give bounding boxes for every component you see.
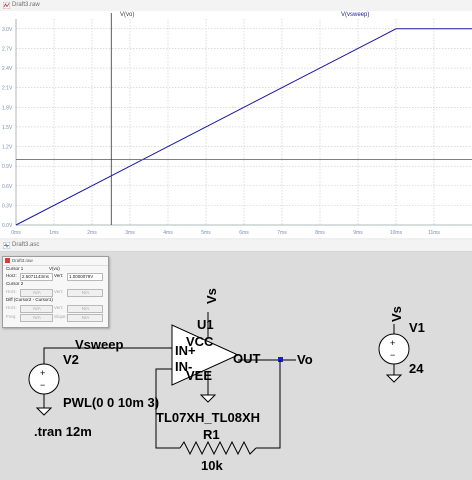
v2-ref-label[interactable]: V2 <box>63 353 79 367</box>
horz-label: Horz: <box>6 273 17 278</box>
y-tick-label: 0.0V <box>2 223 13 229</box>
cursor-dialog-title: Draft3.raw <box>12 258 33 263</box>
net-label-vs-left[interactable]: Vs <box>204 288 219 304</box>
x-tick-label: 0ms <box>11 230 21 236</box>
y-tick-label: 1.2V <box>2 145 13 151</box>
cursor-dialog[interactable]: Draft3.raw Cursor 1 V(vo) Horz: 2.507114… <box>2 256 109 328</box>
x-tick-label: 7ms <box>277 230 287 236</box>
y-tick-label: 0.3V <box>2 203 13 209</box>
diff-label: Diff (Cursor2 - Cursor1) <box>6 297 53 302</box>
cursor2-horz-label: Horz: <box>6 289 17 294</box>
opamp-pin-out: OUT <box>233 351 261 366</box>
x-tick-label: 5ms <box>201 230 211 236</box>
opamp-pin-inp: IN+ <box>175 343 196 358</box>
opamp-pin-vee: VEE <box>186 368 213 383</box>
schematic-window-title: Draft3.asc <box>12 242 40 248</box>
x-tick-label: 6ms <box>239 230 249 236</box>
cursor1-label: Cursor 1 <box>6 266 24 271</box>
v2-value-label[interactable]: PWL(0 0 10m 3) <box>63 396 159 410</box>
cursor-dialog-titlebar[interactable]: Draft3.raw <box>3 257 108 266</box>
cursor2-horz-field: N/A <box>20 289 53 297</box>
waveform-plot-pane[interactable]: 0ms 1ms 2ms 3ms 4ms 5ms 6ms 7ms 8ms 9ms 10ms 11ms 3.… <box>0 11 472 238</box>
ground-symbol-v1 <box>385 374 403 383</box>
waveform-chart[interactable]: 0ms 1ms 2ms 3ms 4ms 5ms 6ms 7ms 8ms 9ms 10ms 11ms 3.… <box>0 11 472 238</box>
y-tick-label: 1.8V <box>2 105 13 111</box>
slope-field: N/A <box>67 314 103 322</box>
x-tick-label: 11ms <box>428 230 440 236</box>
r1-ref-label[interactable]: R1 <box>203 428 220 442</box>
freq-field: N/A <box>20 314 53 322</box>
x-tick-label: 9ms <box>353 230 363 236</box>
diff-horz-label: Horz: <box>6 305 17 310</box>
diff-vert-field: N/A <box>67 305 103 313</box>
y-tick-label: 2.4V <box>2 66 13 72</box>
vert-label: Vert: <box>54 273 64 278</box>
x-tick-label: 3ms <box>125 230 135 236</box>
resistor-r1[interactable] <box>179 440 257 456</box>
y-tick-label: 2.1V <box>2 86 13 92</box>
schematic-icon <box>3 242 10 249</box>
trace-label-vo[interactable]: V(vo) <box>120 12 134 19</box>
tran-directive[interactable]: .tran 12m <box>34 425 92 439</box>
diff-vert-label: Vert: <box>54 305 64 310</box>
x-tick-label: 2ms <box>87 230 97 236</box>
slope-label: Slope: <box>54 314 67 319</box>
x-tick-label: 4ms <box>163 230 173 236</box>
net-label-vo[interactable]: Vo <box>297 353 313 367</box>
cursor1-vert-field[interactable]: 1.0000078V <box>67 273 103 281</box>
v1-plus-sign: + <box>390 338 395 348</box>
v1-value-label[interactable]: 24 <box>409 362 423 376</box>
cursor2-label: Cursor 2 <box>6 281 24 286</box>
opamp-model-label[interactable]: TL07XH_TL08XH <box>156 411 260 425</box>
cursor1-horz-field[interactable]: 2.5071143ms <box>20 273 53 281</box>
opamp-ref-label[interactable]: U1 <box>197 318 214 332</box>
cursor-trace-name: V(vo) <box>49 266 60 271</box>
x-tick-label: 8ms <box>315 230 325 236</box>
v1-minus-sign: − <box>390 350 395 360</box>
v2-plus-sign: + <box>40 368 45 378</box>
x-tick-label: 1ms <box>49 230 59 236</box>
cursor2-vert-field: N/A <box>67 289 103 297</box>
waveform-icon <box>3 2 10 9</box>
ground-symbol-vee <box>199 394 217 403</box>
y-tick-label: 1.5V <box>2 125 13 131</box>
ground-symbol-v2 <box>35 407 53 416</box>
x-tick-label: 10ms <box>390 230 403 236</box>
cursor-dialog-icon <box>5 258 10 263</box>
r1-value-label[interactable]: 10k <box>201 459 223 473</box>
net-label-vsweep[interactable]: Vsweep <box>75 338 123 352</box>
schematic-window-titlebar[interactable]: Draft3.asc <box>0 240 472 252</box>
trace-label-vsweep[interactable]: V(vsweep) <box>341 12 369 19</box>
cursor2-vert-label: Vert: <box>54 289 64 294</box>
y-tick-label: 0.9V <box>2 164 13 170</box>
diff-horz-field: N/A <box>20 305 53 313</box>
freq-label: Freq: <box>6 314 17 319</box>
plot-window-title: Draft3.raw <box>12 2 40 8</box>
net-label-vs-right[interactable]: Vs <box>389 306 404 322</box>
v1-ref-label[interactable]: V1 <box>409 321 425 335</box>
y-tick-label: 3.0V <box>2 27 13 33</box>
wire-feedback <box>256 360 281 449</box>
y-tick-label: 2.7V <box>2 46 13 52</box>
y-tick-label: 0.6V <box>2 184 13 190</box>
v2-minus-sign: − <box>40 380 45 390</box>
